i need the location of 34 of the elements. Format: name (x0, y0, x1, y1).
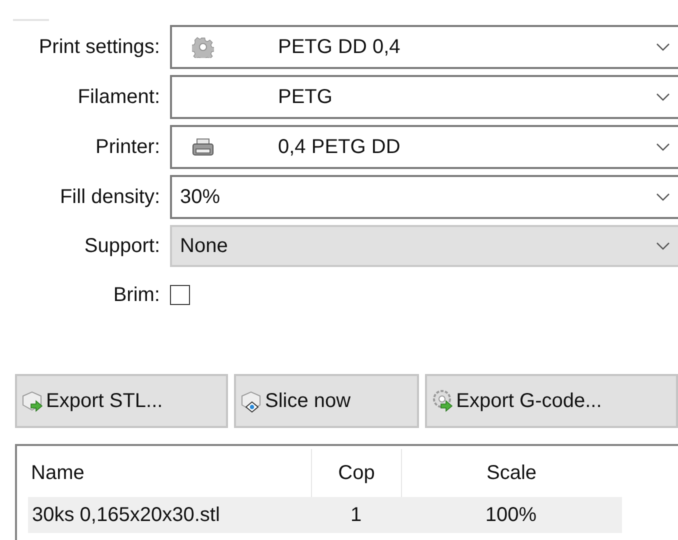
chevron-down-icon (656, 242, 670, 250)
column-header[interactable]: Name (17, 462, 311, 484)
chevron-down-icon (656, 43, 670, 51)
printer-icon (192, 138, 214, 156)
field-label: Fill density: (58, 186, 160, 208)
chevron-down-icon (656, 193, 670, 201)
dropdown[interactable]: None (170, 225, 678, 267)
dropdown[interactable]: PETG DD 0,4 (170, 25, 678, 69)
gear-icon (192, 36, 214, 58)
dropdown-value: 0,4 PETG DD (278, 136, 402, 158)
dropdown-value: PETG DD 0,4 (278, 36, 402, 58)
table-cell-text: 1 (349, 504, 363, 526)
cube-arrow-icon (21, 389, 45, 413)
toolbar-button[interactable]: Slice now (234, 374, 420, 428)
field-label: Printer: (94, 136, 160, 158)
dropdown-value: 30% (179, 186, 222, 208)
gear-arrow-icon (431, 389, 456, 413)
chevron-down-icon (656, 143, 670, 151)
chevron-down-icon (656, 93, 670, 101)
dropdown[interactable]: 30% (170, 175, 678, 219)
field-label: Filament: (76, 86, 160, 108)
field-label: Support: (83, 234, 160, 258)
brim-checkbox[interactable] (170, 285, 190, 305)
table-cell-text: 30ks 0,165x20x30.stl (31, 504, 221, 526)
checkbox-label: Brim: (112, 284, 160, 306)
dropdown-value: None (179, 234, 229, 258)
toolbar-button[interactable]: Export G-code... (425, 374, 678, 428)
field-label: Print settings: (38, 36, 160, 58)
table-cell-text: 100% (484, 504, 538, 526)
dropdown[interactable]: 0,4 PETG DD (170, 125, 678, 169)
table-row[interactable]: 30ks 0,165x20x30.stl 1 100% (28, 497, 622, 533)
toolbar-button[interactable]: Export STL... (15, 374, 228, 428)
dropdown-value: PETG (278, 86, 334, 108)
dropdown[interactable]: PETG (170, 75, 678, 119)
